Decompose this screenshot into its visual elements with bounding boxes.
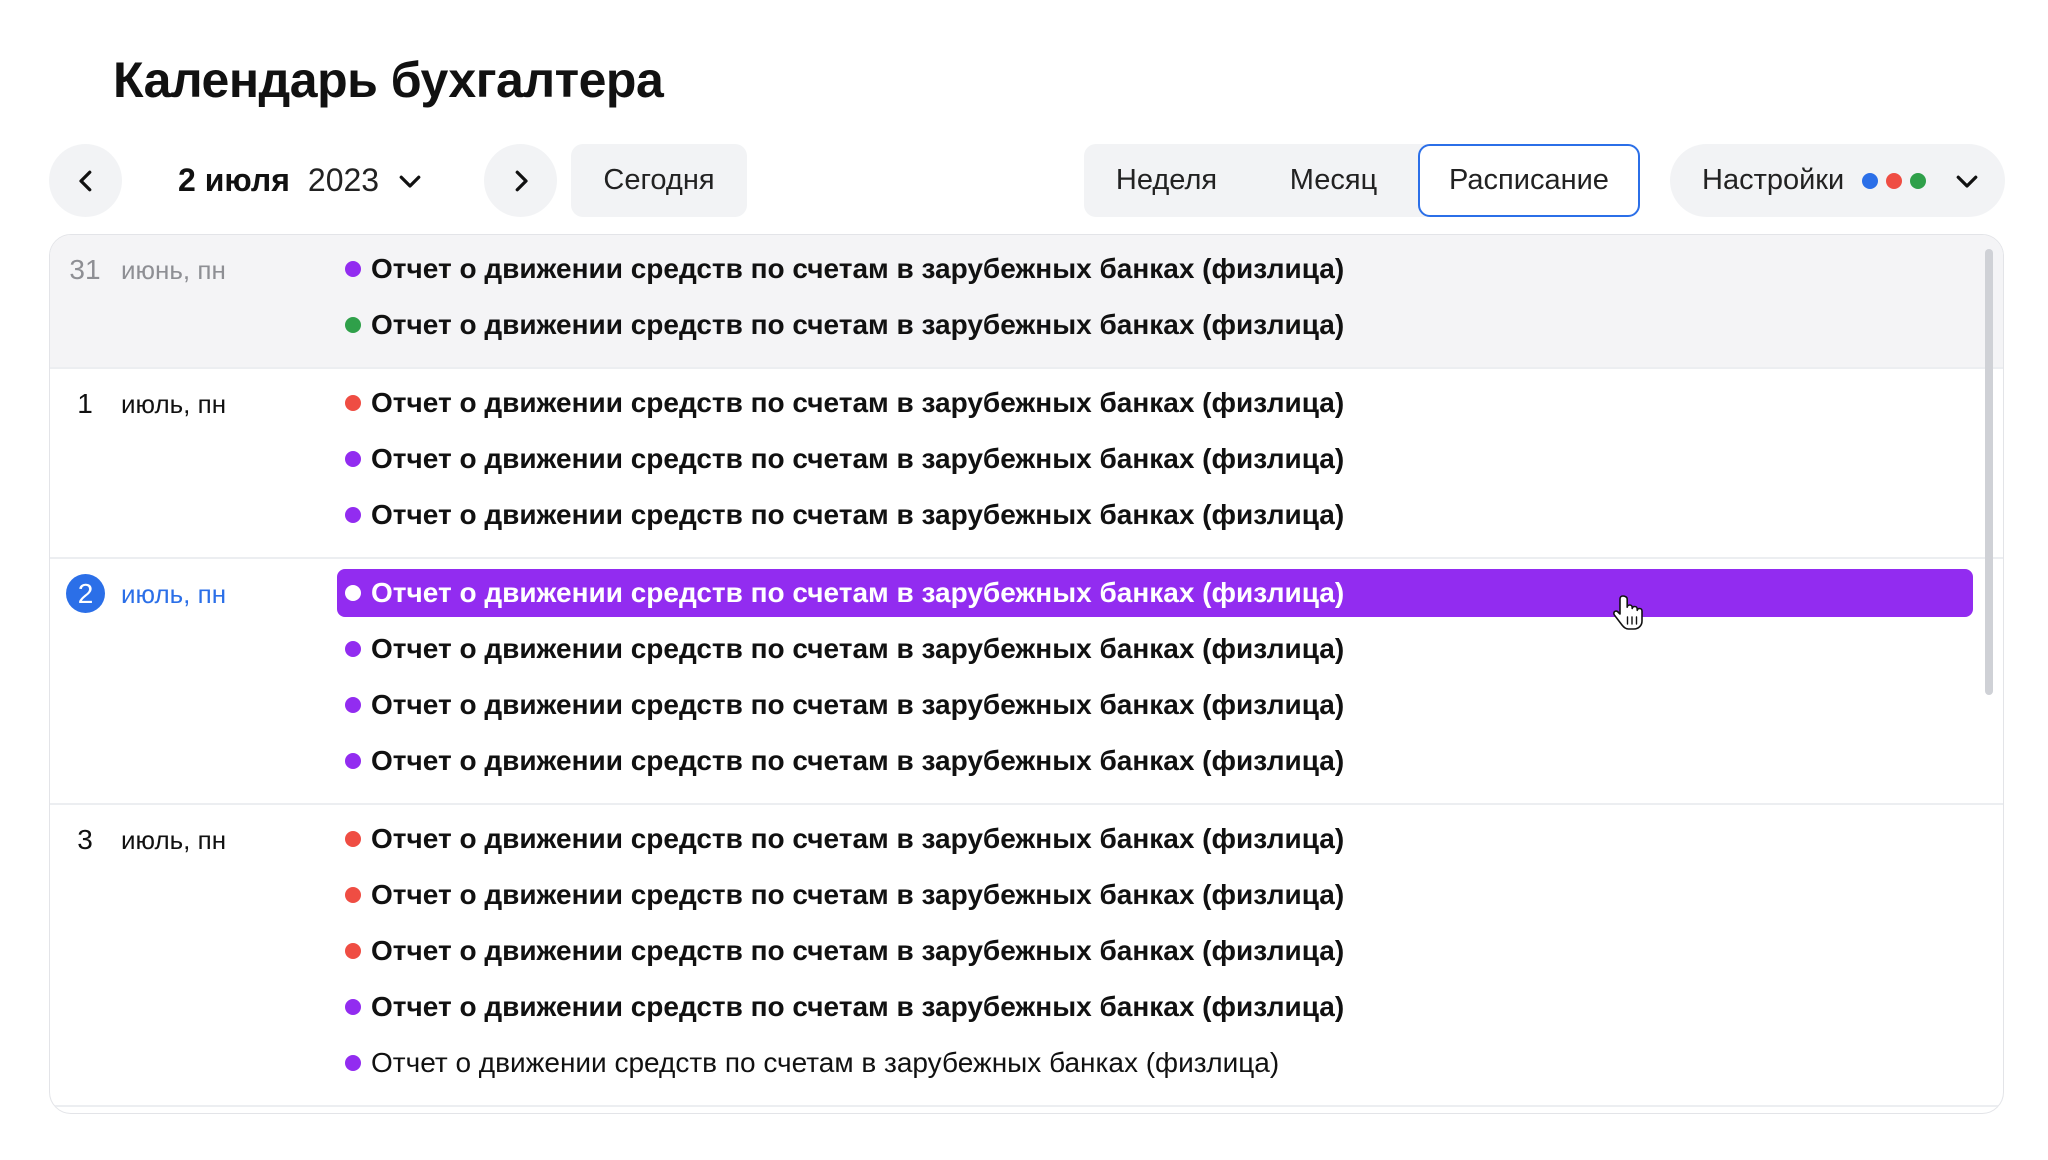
event-item[interactable]: Отчет о движении средств по счетам в зар…	[337, 301, 1973, 349]
event-item[interactable]: Отчет о движении средств по счетам в зар…	[337, 871, 1973, 919]
event-title: Отчет о движении средств по счетам в зар…	[371, 745, 1345, 776]
event-category-dot	[345, 395, 361, 411]
chevron-right-icon	[506, 166, 536, 196]
event-title: Отчет о движении средств по счетам в зар…	[371, 879, 1345, 910]
event-title: Отчет о движении средств по счетам в зар…	[371, 253, 1345, 284]
event-category-dot	[345, 585, 361, 601]
color-dot	[1862, 172, 1879, 189]
day-label: июль, пн	[121, 579, 227, 609]
event-category-dot	[345, 451, 361, 467]
next-button[interactable]	[484, 144, 557, 217]
date-year: 2023	[307, 162, 380, 198]
event-item[interactable]: Отчет о движении средств по счетам в зар…	[337, 927, 1973, 975]
event-category-dot	[345, 1055, 361, 1071]
event-title: Отчет о движении средств по счетам в зар…	[371, 935, 1345, 966]
event-category-dot	[345, 507, 361, 523]
chevron-down-icon	[1952, 166, 1982, 196]
day-number[interactable]: 31	[65, 250, 105, 290]
event-category-dot	[345, 317, 361, 333]
event-title: Отчет о движении средств по счетам в зар…	[371, 823, 1345, 854]
day-group: 3 июль, пн Отчет о движении средств по сче…	[50, 805, 2003, 1107]
event-item[interactable]: Отчет о движении средств по счетам в зар…	[337, 1039, 1973, 1087]
chevron-left-icon	[71, 166, 101, 196]
tab-month[interactable]: Месяц	[1249, 144, 1418, 217]
settings-label: Настройки	[1702, 164, 1845, 196]
day-group: 31 июнь, пн Отчет о движении средств по сч…	[50, 235, 2003, 369]
day-group: 2 июль, пн Отчет о движении средств по сче…	[50, 559, 2003, 805]
settings-button[interactable]: Настройки	[1670, 144, 2005, 217]
event-category-dot	[345, 831, 361, 847]
event-category-dot	[345, 697, 361, 713]
event-title: Отчет о движении средств по счетам в зар…	[371, 689, 1345, 720]
day-label: июль, пн	[121, 389, 227, 419]
tab-schedule[interactable]: Расписание	[1418, 144, 1640, 217]
date-picker[interactable]: 2 июля 2023	[178, 144, 425, 217]
today-button[interactable]: Сегодня	[571, 144, 747, 217]
event-item[interactable]: Отчет о движении средств по счетам в зар…	[337, 245, 1973, 293]
event-title: Отчет о движении средств по счетам в зар…	[371, 633, 1345, 664]
tab-week[interactable]: Неделя	[1084, 144, 1249, 217]
event-category-dot	[345, 887, 361, 903]
category-color-dots	[1862, 172, 1927, 189]
scrollbar[interactable]	[1985, 249, 1993, 695]
day-number[interactable]: 2	[66, 574, 105, 613]
page-title: Календарь бухгалтера	[113, 52, 664, 108]
event-item[interactable]: Отчет о движении средств по счетам в зар…	[337, 435, 1973, 483]
day-label: июнь, пн	[121, 255, 226, 285]
day-label: июль, пн	[121, 825, 227, 855]
event-item[interactable]: Отчет о движении средств по счетам в зар…	[337, 625, 1973, 673]
event-category-dot	[345, 753, 361, 769]
event-item[interactable]: Отчет о движении средств по счетам в зар…	[337, 379, 1973, 427]
event-title: Отчет о движении средств по счетам в зар…	[371, 443, 1345, 474]
chevron-down-icon	[395, 166, 425, 196]
event-item[interactable]: Отчет о движении средств по счетам в зар…	[337, 815, 1973, 863]
event-title: Отчет о движении средств по счетам в зар…	[371, 577, 1345, 608]
event-title: Отчет о движении средств по счетам в зар…	[371, 387, 1345, 418]
day-group: 1 июль, пн Отчет о движении средств по сче…	[50, 369, 2003, 559]
view-switcher: Неделя Месяц Расписание	[1084, 144, 1640, 217]
calendar-toolbar: 2 июля 2023 Сегодня Неделя Месяц Расписа…	[0, 144, 2048, 220]
event-title: Отчет о движении средств по счетам в зар…	[371, 499, 1345, 530]
date-day-month: 2 июля	[178, 162, 290, 198]
color-dot	[1910, 172, 1927, 189]
event-category-dot	[345, 641, 361, 657]
event-category-dot	[345, 999, 361, 1015]
schedule-list: 31 июнь, пн Отчет о движении средств по сч…	[49, 234, 2004, 1114]
event-item[interactable]: Отчет о движении средств по счетам в зар…	[337, 569, 1973, 617]
event-item[interactable]: Отчет о движении средств по счетам в зар…	[337, 681, 1973, 729]
event-title: Отчет о движении средств по счетам в зар…	[371, 309, 1345, 340]
event-item[interactable]: Отчет о движении средств по счетам в зар…	[337, 983, 1973, 1031]
event-category-dot	[345, 261, 361, 277]
color-dot	[1886, 172, 1903, 189]
event-category-dot	[345, 943, 361, 959]
event-item[interactable]: Отчет о движении средств по счетам в зар…	[337, 737, 1973, 785]
day-number[interactable]: 3	[65, 820, 105, 860]
event-title: Отчет о движении средств по счетам в зар…	[371, 1047, 1280, 1078]
event-title: Отчет о движении средств по счетам в зар…	[371, 991, 1345, 1022]
day-number[interactable]: 1	[65, 384, 105, 424]
prev-button[interactable]	[49, 144, 122, 217]
event-item[interactable]: Отчет о движении средств по счетам в зар…	[337, 491, 1973, 539]
